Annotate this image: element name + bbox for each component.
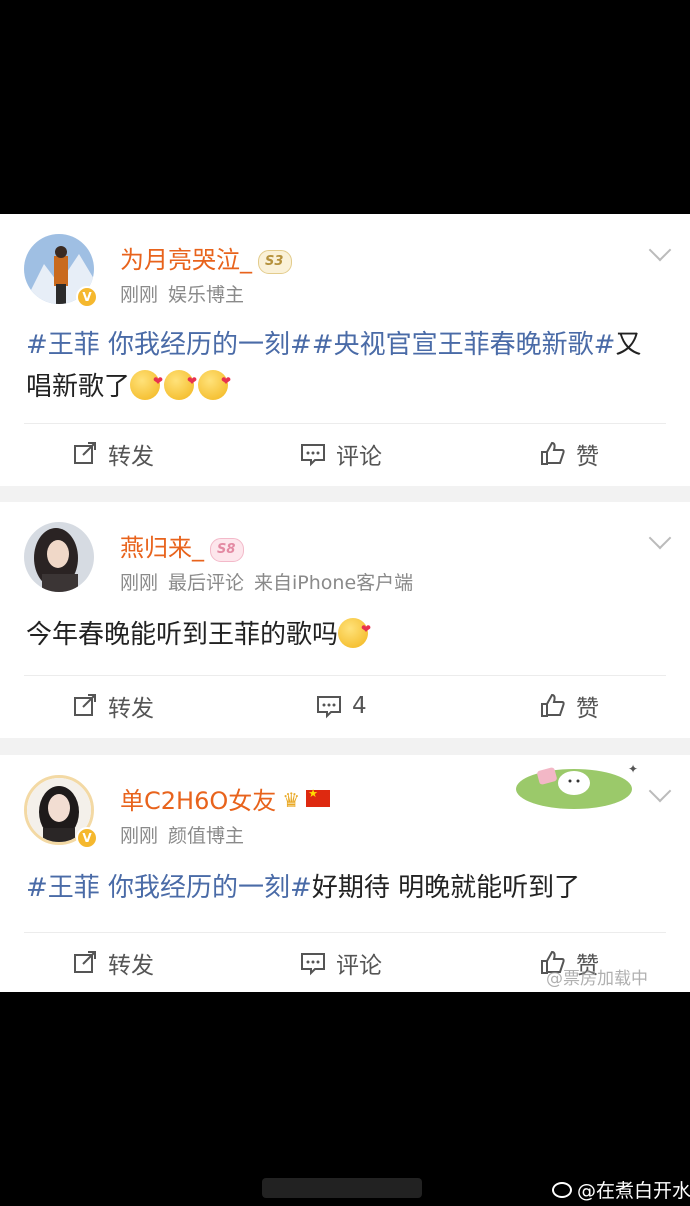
source-client: 来自iPhone客户端 bbox=[254, 572, 414, 594]
hashtag-link[interactable]: #王菲 你我经历的一刻# bbox=[26, 873, 312, 903]
post-time: 刚刚 bbox=[120, 572, 159, 594]
outer-watermark: @在煮白开水 bbox=[552, 1176, 690, 1203]
repost-icon bbox=[74, 694, 96, 716]
like-label: 赞 bbox=[576, 696, 599, 722]
username[interactable]: 燕归来_ S8 bbox=[120, 528, 245, 563]
verified-badge-icon: V bbox=[76, 827, 98, 849]
comment-icon bbox=[301, 953, 325, 976]
repost-icon bbox=[74, 951, 96, 973]
weibo-feed: V 为月亮哭泣_ S3 刚刚 娱乐博主 #王菲 你我经历的一刻##央视官宣王菲春晚新… bbox=[0, 214, 690, 992]
emoji-icon bbox=[164, 360, 197, 402]
post-text: 今年春晚能听到王菲的歌吗 bbox=[26, 620, 339, 650]
post-meta: 刚刚 娱乐博主 bbox=[120, 280, 254, 307]
user-tag: 娱乐博主 bbox=[168, 284, 245, 306]
username-text[interactable]: 为月亮哭泣_ bbox=[120, 246, 252, 274]
action-bar: 转发 评论 赞 bbox=[0, 424, 690, 484]
post-content: #王菲 你我经历的一刻#好期待 明晚就能听到了 bbox=[26, 867, 650, 909]
emoji-icon bbox=[130, 360, 163, 402]
verified-badge-icon: V bbox=[76, 286, 98, 308]
like-button[interactable]: 赞 bbox=[540, 676, 599, 736]
emoji-icon bbox=[198, 360, 231, 402]
thumbs-up-icon bbox=[541, 441, 565, 465]
post-card[interactable]: V ✦ 单C2H6O女友♛ 刚刚颜值博主 #王菲 你我经历的一刻#好期待 明晚就… bbox=[0, 755, 690, 992]
like-button[interactable]: 赞 bbox=[540, 424, 599, 484]
post-content: #王菲 你我经历的一刻##央视官宣王菲春晚新歌#又唱新歌了 bbox=[26, 324, 650, 408]
post-card[interactable]: 燕归来_S8 刚刚最后评论来自iPhone客户端 今年春晚能听到王菲的歌吗 转发… bbox=[0, 502, 690, 738]
blurred-region bbox=[262, 1178, 422, 1198]
repost-label: 转发 bbox=[108, 444, 154, 470]
sticker-decoration: ✦ bbox=[516, 762, 638, 809]
weibo-logo-icon bbox=[552, 1181, 572, 1198]
thumbs-up-icon bbox=[541, 693, 565, 717]
comment-button[interactable]: 4 bbox=[316, 676, 367, 736]
username[interactable]: 单C2H6O女友 ♛ bbox=[120, 781, 331, 816]
action-bar: 转发 4 赞 bbox=[0, 676, 690, 736]
repost-label: 转发 bbox=[108, 953, 154, 979]
chevron-down-icon[interactable] bbox=[648, 779, 672, 803]
last-comment-label: 最后评论 bbox=[168, 572, 245, 594]
comment-label: 评论 bbox=[336, 953, 382, 979]
like-label: 赞 bbox=[576, 444, 599, 470]
avatar[interactable] bbox=[24, 522, 94, 592]
comment-label: 评论 bbox=[336, 444, 382, 470]
chevron-down-icon[interactable] bbox=[648, 526, 672, 550]
repost-label: 转发 bbox=[108, 696, 154, 722]
comment-icon bbox=[317, 696, 341, 719]
post-meta: 刚刚 颜值博主 bbox=[120, 821, 254, 848]
repost-button[interactable]: 转发 bbox=[72, 424, 154, 484]
comment-icon bbox=[301, 444, 325, 467]
emoji-icon bbox=[338, 608, 371, 650]
post-meta: 刚刚 最后评论 来自iPhone客户端 bbox=[120, 568, 423, 595]
level-badge: S8 bbox=[210, 537, 245, 562]
outer-watermark-text: @在煮白开水 bbox=[577, 1180, 690, 1202]
repost-button[interactable]: 转发 bbox=[72, 676, 154, 736]
china-flag-icon bbox=[306, 787, 331, 807]
comment-button[interactable]: 评论 bbox=[300, 424, 382, 484]
hashtag-link[interactable]: #王菲 你我经历的一刻##央视官宣王菲春晚新歌# bbox=[26, 330, 615, 360]
repost-icon bbox=[74, 442, 96, 464]
svg-text:✦: ✦ bbox=[628, 762, 638, 776]
post-content: 今年春晚能听到王菲的歌吗 bbox=[26, 608, 650, 656]
chevron-down-icon[interactable] bbox=[648, 238, 672, 262]
post-time: 刚刚 bbox=[120, 284, 159, 306]
crown-icon: ♛ bbox=[282, 788, 301, 812]
user-tag: 颜值博主 bbox=[168, 825, 245, 847]
comment-button[interactable]: 评论 bbox=[300, 933, 382, 993]
post-card[interactable]: V 为月亮哭泣_ S3 刚刚 娱乐博主 #王菲 你我经历的一刻##央视官宣王菲春晚新… bbox=[0, 214, 690, 486]
username[interactable]: 为月亮哭泣_ S3 bbox=[120, 240, 293, 275]
level-badge: S3 bbox=[258, 249, 293, 274]
repost-button[interactable]: 转发 bbox=[72, 933, 154, 993]
post-text: 好期待 明晚就能听到了 bbox=[311, 873, 581, 903]
username-text[interactable]: 单C2H6O女友 bbox=[120, 787, 276, 815]
comment-count: 4 bbox=[352, 693, 367, 719]
username-text[interactable]: 燕归来_ bbox=[120, 534, 204, 562]
post-time: 刚刚 bbox=[120, 825, 159, 847]
inner-watermark: @票房加载中 bbox=[546, 969, 648, 989]
